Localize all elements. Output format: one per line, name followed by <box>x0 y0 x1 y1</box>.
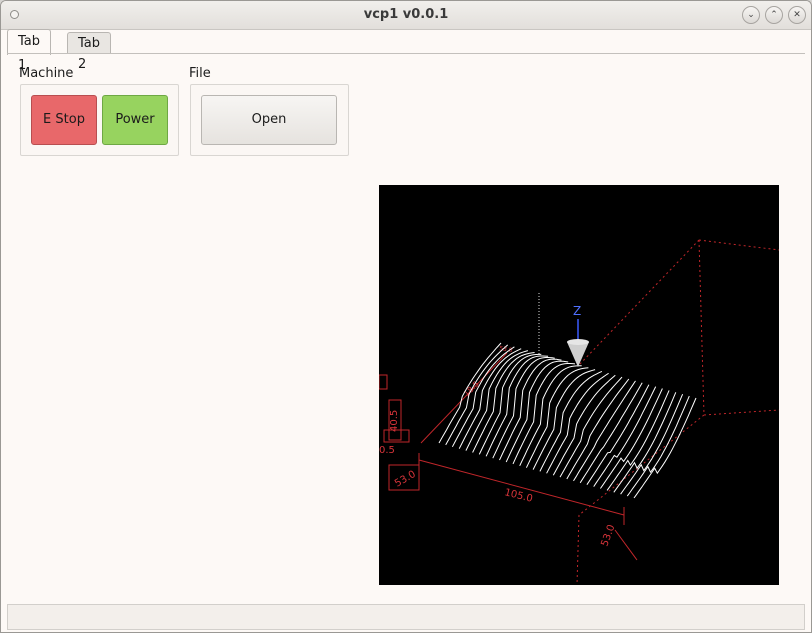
title-bar: vcp1 v0.0.1 ⌄ ⌃ ✕ <box>1 1 811 30</box>
tab-1[interactable]: Tab 1 <box>7 29 52 73</box>
window-title: vcp1 v0.0.1 <box>363 7 449 22</box>
depth-dim-label: 53.0 <box>599 523 617 548</box>
power-button[interactable]: Power <box>102 95 168 145</box>
tab-2[interactable]: Tab 2 <box>67 32 112 72</box>
app-window: vcp1 v0.0.1 ⌄ ⌃ ✕ Tab 1 Tab 2 Machine E … <box>0 0 812 633</box>
z-axis-label: Z <box>573 304 581 318</box>
maximize-icon[interactable]: ⌃ <box>765 6 783 24</box>
close-icon[interactable]: ✕ <box>788 6 806 24</box>
toolpath-line <box>593 386 657 487</box>
toolpath-lines <box>438 342 697 499</box>
open-button[interactable]: Open <box>201 95 337 145</box>
toolpath-line <box>626 395 690 497</box>
minimize-icon[interactable]: ⌄ <box>742 6 760 24</box>
toolpath-line <box>485 355 549 457</box>
toolpath-line <box>579 382 643 484</box>
toolpath-line <box>492 356 555 459</box>
file-group-label: File <box>189 66 211 81</box>
tool-cone: Z <box>567 304 589 367</box>
toolpath-line <box>499 358 562 461</box>
toolpath-line <box>599 388 663 489</box>
height-dim-label: 40.5 <box>389 410 400 432</box>
toolpath-canvas: 105.0 53.0 53.0 40.5 0.5 18.5 53.0 Z <box>378 239 780 586</box>
small-dim-label: 0.5 <box>379 445 395 456</box>
tab-panel-border <box>7 53 805 54</box>
machine-group-label: Machine <box>19 66 74 81</box>
toolpath-preview[interactable]: 105.0 53.0 53.0 40.5 0.5 18.5 53.0 Z <box>378 185 780 586</box>
toolpath-line <box>552 374 616 476</box>
left-dim-label: 53.0 <box>393 469 418 490</box>
status-bar <box>7 604 805 630</box>
toolpath-line <box>559 376 623 478</box>
estop-button[interactable]: E Stop <box>31 95 97 145</box>
